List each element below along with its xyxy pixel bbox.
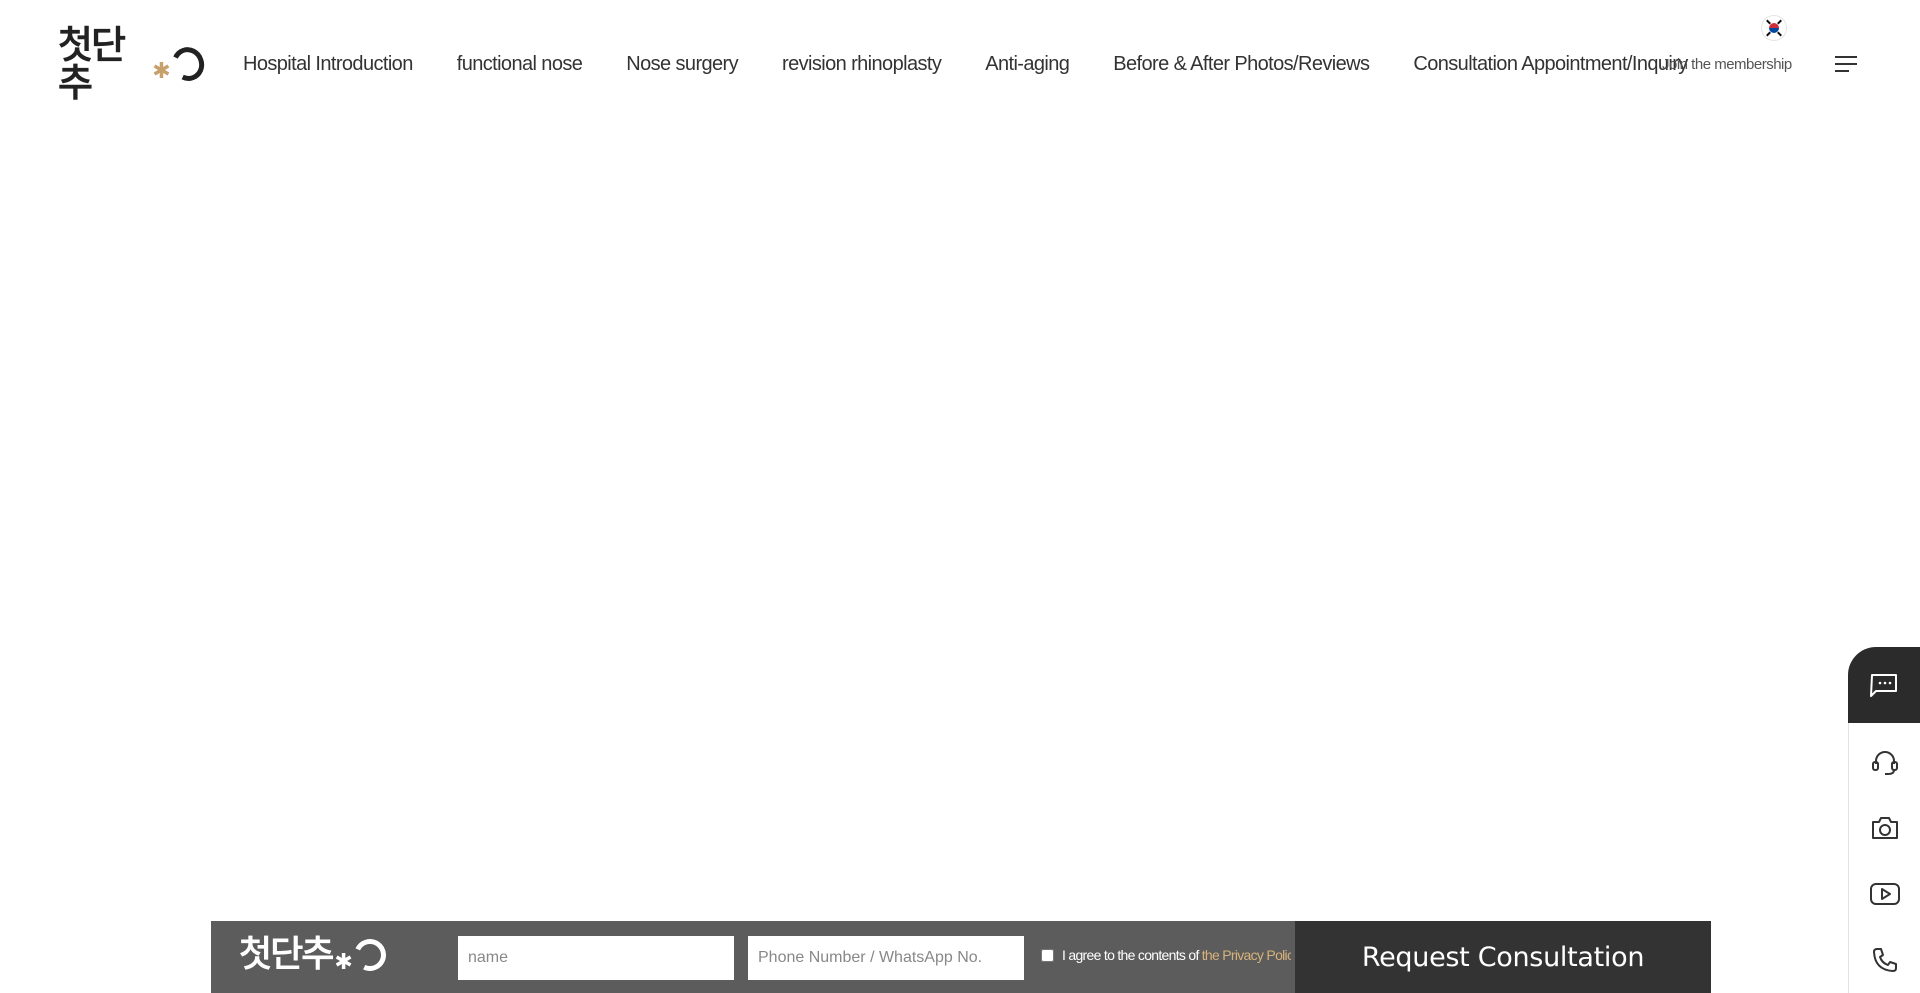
quick-menu-list (1848, 723, 1920, 993)
nav-item-nose-surgery[interactable]: Nose surgery (626, 50, 738, 78)
flag-trigram (1777, 31, 1782, 37)
flag-trigram (1766, 31, 1771, 37)
quick-consult-button[interactable] (1849, 729, 1920, 795)
nav-item-anti-aging[interactable]: Anti-aging (985, 50, 1070, 78)
nav-item-consultation[interactable]: Consultation Appointment/Inquiry (1413, 50, 1688, 78)
logo-star-icon: ✱ (334, 949, 353, 974)
privacy-policy-link[interactable]: the Privacy Policy (1202, 947, 1291, 963)
logo-star-icon: ✱ (152, 58, 171, 83)
youtube-icon (1870, 883, 1900, 905)
consult-logo: 첫단추 ✱ (239, 934, 391, 976)
korea-flag-icon[interactable] (1762, 16, 1786, 40)
menu-line (1835, 70, 1849, 72)
quick-call-button[interactable] (1849, 927, 1920, 993)
logo-wordmark: 첫단추 (239, 934, 334, 975)
flag-trigram (1777, 19, 1782, 25)
privacy-agree-checkbox[interactable] (1041, 948, 1054, 962)
quick-chat-button[interactable] (1848, 647, 1920, 723)
quick-photo-button[interactable] (1849, 795, 1920, 861)
flag-trigram (1766, 19, 1771, 25)
request-consultation-button[interactable]: Request Consultation (1295, 921, 1711, 993)
nav-item-revision-rhinoplasty[interactable]: revision rhinoplasty (782, 50, 942, 78)
nav-item-before-after[interactable]: Before & After Photos/Reviews (1113, 50, 1370, 78)
quick-menu-bar (1848, 647, 1920, 993)
site-header: 첫단추 ✱ Hospital Introduction functional n… (0, 0, 1920, 130)
phone-input[interactable] (748, 936, 1024, 980)
main-nav: Hospital Introduction functional nose No… (243, 50, 1688, 78)
menu-line (1835, 56, 1857, 58)
logo-ring-icon (349, 934, 391, 976)
quick-youtube-button[interactable] (1849, 861, 1920, 927)
menu-line (1835, 63, 1857, 65)
name-input[interactable] (458, 936, 734, 980)
join-membership-link[interactable]: Join the membership (1662, 56, 1792, 73)
phone-icon (1873, 948, 1897, 972)
consultation-form-bar: 첫단추 ✱ I agree to the contents of the Pri… (211, 921, 1711, 993)
nav-item-hospital-introduction[interactable]: Hospital Introduction (243, 50, 413, 78)
headset-icon (1872, 751, 1898, 775)
privacy-agree-label: I agree to the contents of (1062, 947, 1199, 963)
logo-ring-icon (166, 42, 209, 86)
privacy-agree: I agree to the contents of the Privacy P… (1041, 947, 1291, 963)
camera-icon (1872, 817, 1898, 839)
site-logo[interactable]: 첫단추 ✱ (58, 26, 209, 102)
chat-bubble-icon (1870, 674, 1897, 697)
nav-item-functional-nose[interactable]: functional nose (457, 50, 583, 78)
logo-wordmark: 첫단추 (58, 23, 126, 105)
hamburger-menu-icon[interactable] (1835, 56, 1857, 74)
